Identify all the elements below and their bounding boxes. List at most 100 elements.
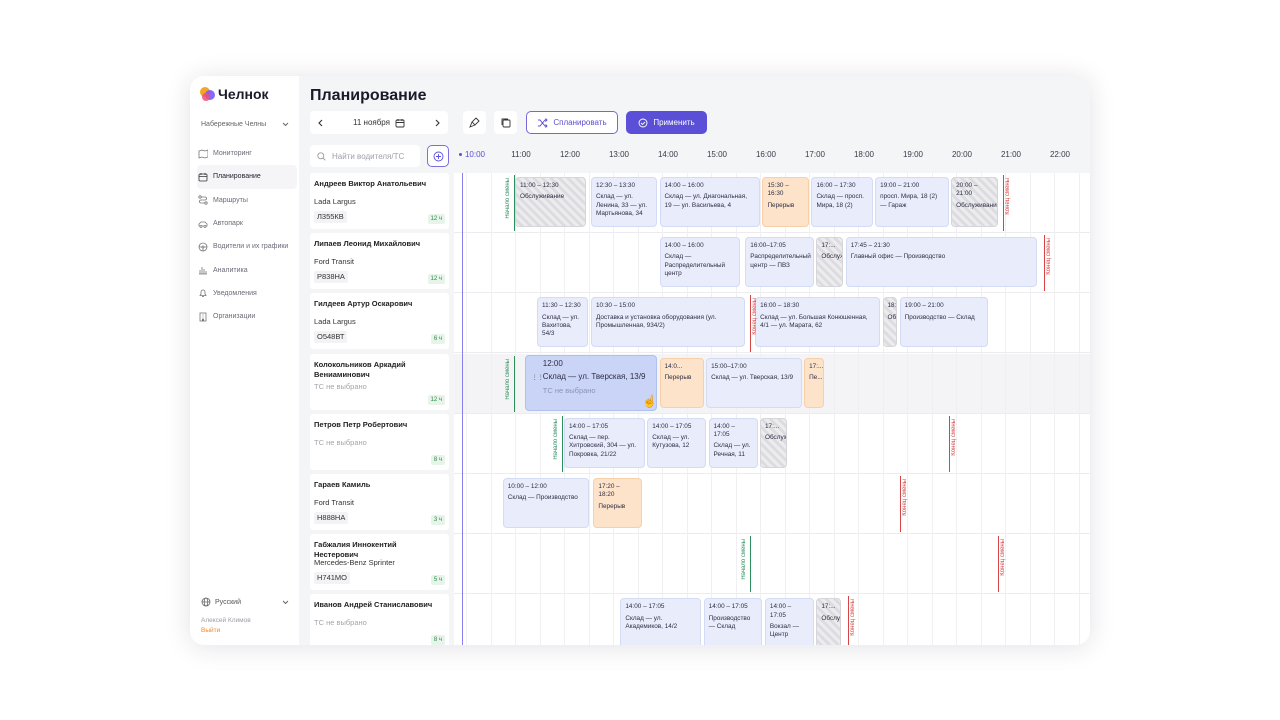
block-description: просп. Мира, 18 (2) — Гараж	[880, 193, 938, 209]
driver-name: Петров Петр Робертович	[314, 419, 408, 429]
copy-button[interactable]	[494, 111, 517, 134]
logout-link[interactable]: Выйти	[201, 627, 220, 634]
driver-vehicle[interactable]: Ford Transit	[314, 257, 354, 266]
nav-item-building[interactable]: Организации	[197, 305, 297, 328]
trip-block[interactable]: 10:00 – 12:00 Склад — Производство	[502, 478, 589, 528]
driver-card[interactable]: Андреев Виктор Анатольевич Lada Largus Л35…	[310, 173, 449, 229]
city-selector[interactable]: Набережные Челны	[201, 117, 289, 131]
search-icon	[317, 151, 326, 161]
drag-handle-icon[interactable]: ⋮⋮	[532, 375, 544, 385]
language-selector[interactable]: Русский	[201, 595, 289, 609]
maintenance-block[interactable]: 20:00 – 21:00 Обслуживание	[951, 177, 998, 227]
trip-block[interactable]: 19:00 – 21:00 просп. Мира, 18 (2) — Гараж	[875, 177, 949, 227]
block-time: 18:3	[887, 302, 897, 310]
driver-vehicle[interactable]: ТС не выбрано	[314, 438, 367, 447]
maintenance-block[interactable]: 17:... Обслуживание	[816, 598, 841, 645]
sidebar-nav: Мониторинг Планирование Маршруты Автопарк Во…	[197, 142, 297, 328]
trip-block[interactable]: 14:00 – 17:05 Склад — ул. Кутузова, 12	[647, 417, 707, 468]
trip-block[interactable]: 11:30 – 12:30 Склад — ул. Вахитова, 54/3	[537, 297, 589, 348]
nav-item-car[interactable]: Автопарк	[197, 212, 297, 235]
nav-item-route[interactable]: Маршруты	[197, 189, 297, 212]
driver-vehicle[interactable]: Lada Largus	[314, 197, 356, 206]
driver-card[interactable]: Липаев Леонид Михайлович Ford Transit Р838…	[310, 233, 449, 290]
nav-item-bell[interactable]: Уведомления	[197, 282, 297, 305]
maintenance-block[interactable]: 17:... Обслуживание	[816, 237, 844, 288]
driver-vehicle[interactable]: ТС не выбрано	[314, 382, 367, 391]
driver-vehicle[interactable]: Ford Transit	[314, 498, 354, 507]
block-description: Склад — ул. Вахитова, 54/3	[542, 313, 580, 338]
globe-icon	[201, 597, 211, 607]
clear-button[interactable]	[463, 111, 486, 134]
plate-number: Н888НА	[314, 512, 349, 524]
block-description: Обслуживание	[956, 201, 998, 209]
add-driver-button[interactable]	[427, 145, 449, 167]
driver-card[interactable]: Петров Петр Робертович ТС не выбрано 8 ч	[310, 413, 449, 470]
trip-block[interactable]: 19:00 – 21:00 Производство — Склад	[899, 297, 988, 348]
driver-card[interactable]: Габжалия Иннокентий Нестерович Mercedes-B…	[310, 534, 449, 591]
chevron-left-icon[interactable]	[317, 119, 325, 127]
shift-marker-label: Конец смены	[999, 539, 1006, 576]
trip-block[interactable]: 16:00–17:05 Распределительный центр — ПВЗ	[745, 237, 814, 288]
maintenance-block[interactable]: 18:3 Обслуживание	[882, 297, 898, 348]
trip-block[interactable]: 14:00 – 17:05 Склад — пер. Хитровский, 30…	[564, 417, 645, 468]
maintenance-block[interactable]: 11:00 – 12:30 Обслуживание	[515, 177, 587, 227]
driver-vehicle[interactable]: Mercedes-Benz Sprinter	[314, 558, 395, 567]
chevron-down-icon	[282, 600, 289, 604]
block-description: Склад — ул. Тверская, 13/9	[711, 373, 794, 381]
nav-item-calendar[interactable]: Планирование	[197, 165, 297, 189]
block-description: Склад — ул. Большая Конюшенная, 4/1 — ул…	[760, 313, 868, 329]
date-picker[interactable]: 11 ноября	[353, 118, 405, 128]
break-block[interactable]: 14:0... Перерыв	[659, 357, 704, 408]
trip-block[interactable]: 14:00 – 17:05 Производство — Склад	[703, 598, 763, 645]
maintenance-block[interactable]: 17:... Обслуживание	[760, 417, 787, 468]
driver-search[interactable]: Найти водителя/ТС	[310, 145, 420, 167]
trip-block[interactable]: 10:30 – 15:00 Доставка и установка оборуд…	[590, 297, 746, 348]
nav-item-label: Организации	[213, 313, 256, 321]
break-block[interactable]: 17:20 – 18:20 Перерыв	[593, 478, 643, 528]
user-name: Алексей Климов	[201, 617, 251, 624]
hour-label: 16:00	[755, 150, 777, 159]
break-block[interactable]: 15:30 – 16:30 Перерыв	[762, 177, 809, 227]
shift-marker-label: Начало смены	[741, 539, 748, 580]
driver-card[interactable]: Колокольников Аркадий Вениаминович ТС не …	[310, 353, 449, 410]
nav-item-steering-wheel[interactable]: Водители и их графики	[197, 235, 297, 258]
hour-label: 21:00	[1000, 150, 1022, 159]
trip-block[interactable]: 14:00 – 17:05 Склад — ул. Речная, 11	[708, 417, 758, 468]
grid-line	[490, 173, 492, 645]
shift-end-marker	[948, 415, 950, 472]
trip-block[interactable]: 15:00–17:00 Склад — ул. Тверская, 13/9	[706, 357, 802, 408]
block-time: 12:00	[542, 358, 563, 368]
plan-button[interactable]: Спланировать	[526, 111, 618, 134]
driver-card[interactable]: Гилдеев Артур Оскарович Lada Largus О548ВТ…	[310, 293, 449, 350]
search-input[interactable]: Найти водителя/ТС	[332, 152, 404, 161]
block-description: Перерыв	[664, 373, 692, 381]
driver-card[interactable]: Гараев Камиль Ford Transit Н888НА 3 ч	[310, 474, 449, 530]
driver-vehicle[interactable]: ТС не выбрано	[314, 618, 367, 627]
app-logo[interactable]: Челнок	[200, 86, 269, 102]
trip-block[interactable]: 14:00 – 16:00 Склад — ул. Диагональная, 1…	[659, 177, 760, 227]
block-description: Склад — ул. Кутузова, 12	[652, 434, 690, 450]
block-description: Вокзал — Центр	[769, 622, 799, 639]
driver-vehicle[interactable]: Lada Largus	[314, 317, 356, 326]
trip-block[interactable]: 14:00 – 17:05 Вокзал — Центр	[764, 598, 814, 645]
chevron-right-icon[interactable]	[433, 119, 441, 127]
trip-block[interactable]: 16:00 – 17:30 Склад — просп. Мира, 18 (2)	[811, 177, 873, 227]
trip-block[interactable]: 17:45 – 21:30 Главный офис — Производство	[845, 237, 1037, 288]
nav-item-chart[interactable]: Аналитика	[197, 258, 297, 281]
trip-block[interactable]: 14:00 – 17:05 Склад — ул. Академиков, 14/…	[620, 598, 702, 645]
plan-button-label: Спланировать	[553, 118, 607, 127]
plate-number: Р838НА	[314, 271, 348, 284]
shift-marker-label: Начало смены	[552, 418, 559, 460]
trip-block[interactable]: 12:00 Склад — ул. Тверская, 13/9 ТС не выб…	[524, 354, 658, 411]
apply-button[interactable]: Применить	[626, 111, 707, 134]
trip-block[interactable]: 12:30 – 13:30 Склад — ул. Ленина, 33 — ул…	[590, 177, 658, 227]
block-description: Производство — Склад	[904, 313, 975, 321]
driver-card[interactable]: Иванов Андрей Станиславович ТС не выбрано…	[310, 594, 449, 645]
nav-item-map[interactable]: Мониторинг	[197, 142, 297, 165]
hours-badge: 3 ч	[430, 515, 445, 525]
trip-block[interactable]: 16:00 – 18:30 Склад — ул. Большая Конюшен…	[755, 297, 881, 348]
break-block[interactable]: 17:... Пе...	[804, 357, 824, 408]
nav-item-label: Уведомления	[213, 289, 257, 297]
block-description: Склад — Распределительный центр	[664, 253, 726, 278]
trip-block[interactable]: 14:00 – 16:00 Склад — Распределительный ц…	[659, 237, 741, 288]
